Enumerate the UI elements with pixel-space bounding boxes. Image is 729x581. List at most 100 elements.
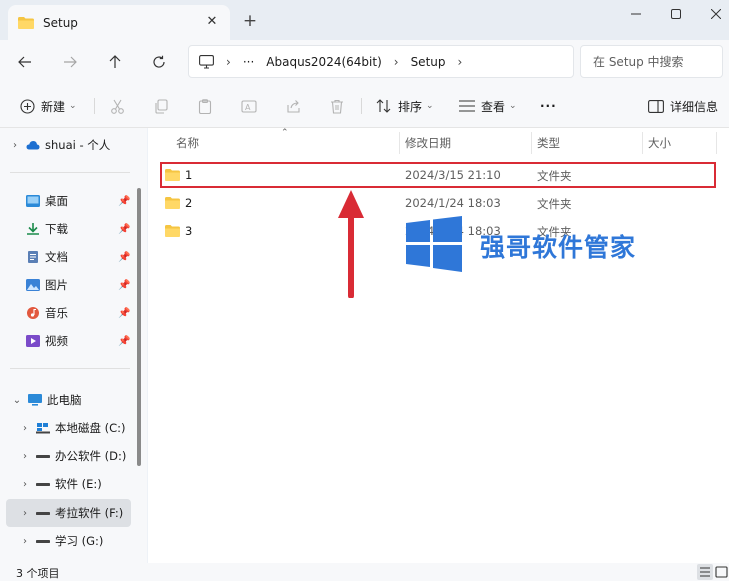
chevron-right-icon[interactable]: › xyxy=(8,140,22,151)
address-field[interactable]: › ··· Abaqus2024(64bit) › Setup › xyxy=(188,45,574,78)
column-divider[interactable] xyxy=(399,132,400,154)
pin-icon[interactable]: 📌 xyxy=(118,224,130,235)
maximize-button[interactable] xyxy=(656,0,696,28)
search-input[interactable]: 在 Setup 中搜索 xyxy=(580,45,723,78)
table-row[interactable]: 2 2024/1/24 18:03 文件夹 xyxy=(160,190,720,216)
document-icon xyxy=(28,251,38,263)
details-view-button[interactable] xyxy=(697,564,713,580)
breadcrumb-setup[interactable]: Setup xyxy=(411,55,446,69)
breadcrumb-more[interactable]: ··· xyxy=(243,55,254,69)
rename-button[interactable]: A xyxy=(237,94,261,118)
windows-drive-icon xyxy=(36,423,50,434)
picture-icon xyxy=(26,279,40,291)
close-button[interactable] xyxy=(696,0,729,28)
new-button[interactable]: 新建 ⌄ xyxy=(20,92,77,120)
file-name: 3 xyxy=(185,224,193,238)
tab-close-icon[interactable]: ✕ xyxy=(204,14,220,30)
breadcrumb-separator[interactable]: › xyxy=(458,55,463,69)
pin-icon[interactable]: 📌 xyxy=(118,252,130,263)
column-divider[interactable] xyxy=(716,132,717,154)
download-icon xyxy=(27,223,39,235)
sidebar-item-label: 图片 xyxy=(45,278,68,292)
column-header-type[interactable]: 类型 xyxy=(537,128,560,158)
pin-icon[interactable]: 📌 xyxy=(118,280,130,291)
chevron-right-icon[interactable]: › xyxy=(18,423,32,434)
cut-button[interactable] xyxy=(105,94,129,118)
computer-icon xyxy=(28,394,42,406)
sidebar-item-drive-c[interactable]: › 本地磁盘 (C:) xyxy=(18,415,126,441)
search-placeholder: 在 Setup 中搜索 xyxy=(593,55,684,69)
sidebar-scrollbar[interactable] xyxy=(137,188,141,466)
column-header-modified[interactable]: 修改日期 xyxy=(405,128,451,158)
sidebar-item-label: 本地磁盘 (C:) xyxy=(55,421,126,435)
chevron-right-icon[interactable]: › xyxy=(18,536,32,547)
sidebar-item-label: 视频 xyxy=(45,334,68,348)
desktop-icon xyxy=(26,195,40,207)
sidebar-item-videos[interactable]: 视频 xyxy=(22,328,68,354)
sidebar-item-label: 此电脑 xyxy=(47,393,82,407)
tab-setup[interactable]: Setup ✕ xyxy=(8,5,230,40)
view-button[interactable]: 查看 ⌄ xyxy=(459,92,517,120)
trash-icon xyxy=(331,99,343,114)
minimize-icon xyxy=(631,13,641,15)
details-button[interactable]: 详细信息 xyxy=(648,92,718,120)
breadcrumb-separator[interactable]: › xyxy=(226,55,231,69)
share-button[interactable] xyxy=(281,94,305,118)
copy-button[interactable] xyxy=(149,94,173,118)
sidebar-item-onedrive[interactable]: › shuai - 个人 xyxy=(8,132,110,158)
up-button[interactable] xyxy=(100,47,130,77)
sidebar-item-drive-d[interactable]: › 办公软件 (D:) xyxy=(18,443,126,469)
sidebar-item-drive-f[interactable]: › 考拉软件 (F:) xyxy=(18,500,123,526)
paste-button[interactable] xyxy=(193,94,217,118)
folder-icon xyxy=(18,16,34,29)
column-header-name[interactable]: 名称 xyxy=(176,128,199,158)
title-bar: Setup ✕ + xyxy=(0,0,729,40)
tiles-view-button[interactable] xyxy=(714,564,729,580)
sidebar-item-drive-g[interactable]: › 学习 (G:) xyxy=(18,528,103,554)
back-button[interactable] xyxy=(10,47,40,77)
more-button[interactable]: ··· xyxy=(540,92,557,120)
column-divider[interactable] xyxy=(531,132,532,154)
navigation-pane: › shuai - 个人 桌面 📌 下载 📌 文档 📌 图片 📌 音乐 📌 视频… xyxy=(0,128,147,563)
breadcrumb-separator[interactable]: › xyxy=(394,55,399,69)
watermark-text: 强哥软件管家 xyxy=(480,233,637,262)
video-icon xyxy=(26,335,40,347)
chevron-down-icon[interactable]: ⌄ xyxy=(10,395,24,406)
sort-icon xyxy=(376,99,391,113)
pin-icon[interactable]: 📌 xyxy=(118,308,130,319)
column-header-size[interactable]: 大小 xyxy=(648,128,671,158)
sidebar-item-label: 下载 xyxy=(45,222,68,236)
new-tab-button[interactable]: + xyxy=(241,12,259,30)
rename-icon: A xyxy=(241,99,257,113)
breadcrumb-abaqus[interactable]: Abaqus2024(64bit) xyxy=(266,55,381,69)
forward-button[interactable] xyxy=(55,47,85,77)
sidebar-item-documents[interactable]: 文档 xyxy=(22,244,68,270)
arrow-left-icon xyxy=(18,56,31,68)
chevron-right-icon[interactable]: › xyxy=(18,451,32,462)
pin-icon[interactable]: 📌 xyxy=(118,336,130,347)
sidebar-item-desktop[interactable]: 桌面 xyxy=(22,188,68,214)
sort-button[interactable]: 排序 ⌄ xyxy=(376,92,434,120)
refresh-button[interactable] xyxy=(144,47,174,77)
drive-icon xyxy=(36,540,50,543)
sidebar-item-music[interactable]: 音乐 xyxy=(22,300,68,326)
sidebar-item-drive-e[interactable]: › 软件 (E:) xyxy=(18,471,102,497)
sidebar-item-this-pc[interactable]: ⌄ 此电脑 xyxy=(10,387,82,413)
scissors-icon xyxy=(110,99,124,114)
arrow-right-icon xyxy=(64,56,77,68)
delete-button[interactable] xyxy=(325,94,349,118)
chevron-right-icon[interactable]: › xyxy=(18,479,32,490)
sidebar-item-pictures[interactable]: 图片 xyxy=(22,272,68,298)
chevron-right-icon[interactable]: › xyxy=(18,508,32,519)
file-type: 文件夹 xyxy=(537,197,572,211)
item-count: 3 个项目 xyxy=(16,567,60,580)
pin-icon[interactable]: 📌 xyxy=(118,196,130,207)
chevron-down-icon: ⌄ xyxy=(509,101,517,111)
svg-text:A: A xyxy=(245,103,251,112)
cloud-icon xyxy=(26,141,40,150)
minimize-button[interactable] xyxy=(616,0,656,28)
sidebar-item-downloads[interactable]: 下载 xyxy=(22,216,68,242)
close-icon xyxy=(711,9,721,19)
watermark: 强哥软件管家 xyxy=(406,214,666,274)
column-divider[interactable] xyxy=(642,132,643,154)
